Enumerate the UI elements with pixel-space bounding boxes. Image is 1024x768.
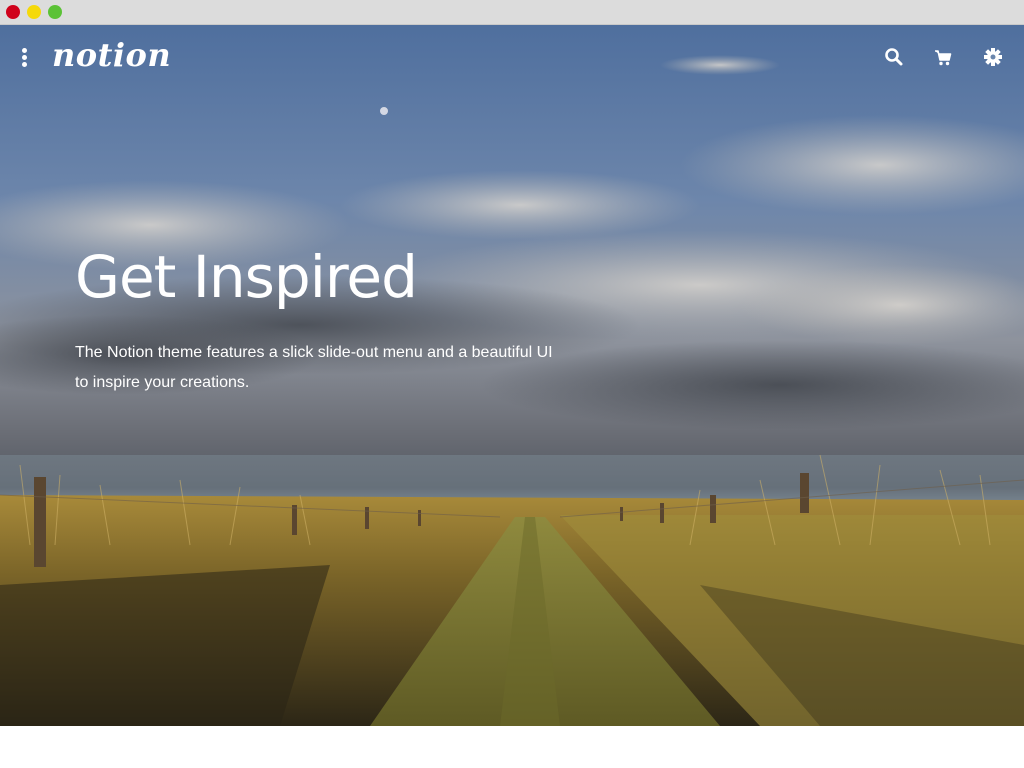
maximize-window-button[interactable] <box>48 5 62 19</box>
hero-description-line-1: The Notion theme features a slick slide-… <box>75 344 553 361</box>
cart-icon[interactable] <box>932 46 954 68</box>
menu-dot-icon <box>22 55 27 60</box>
close-window-button[interactable] <box>6 5 20 19</box>
minimize-window-button[interactable] <box>27 5 41 19</box>
hero-section: notion Get Inspired The Notion theme fea… <box>0 25 1024 726</box>
menu-dot-icon <box>22 62 27 67</box>
hero-title: Get Inspired <box>75 243 418 311</box>
hero-description-line-2: to inspire your creations. <box>75 374 250 391</box>
site-logo[interactable]: notion <box>52 35 171 75</box>
menu-dot-icon <box>22 48 27 53</box>
browser-titlebar <box>0 0 1024 25</box>
menu-toggle-button[interactable] <box>19 48 29 68</box>
search-icon[interactable] <box>883 46 905 68</box>
hero-description: The Notion theme features a slick slide-… <box>75 338 595 398</box>
gear-icon[interactable] <box>982 46 1004 68</box>
